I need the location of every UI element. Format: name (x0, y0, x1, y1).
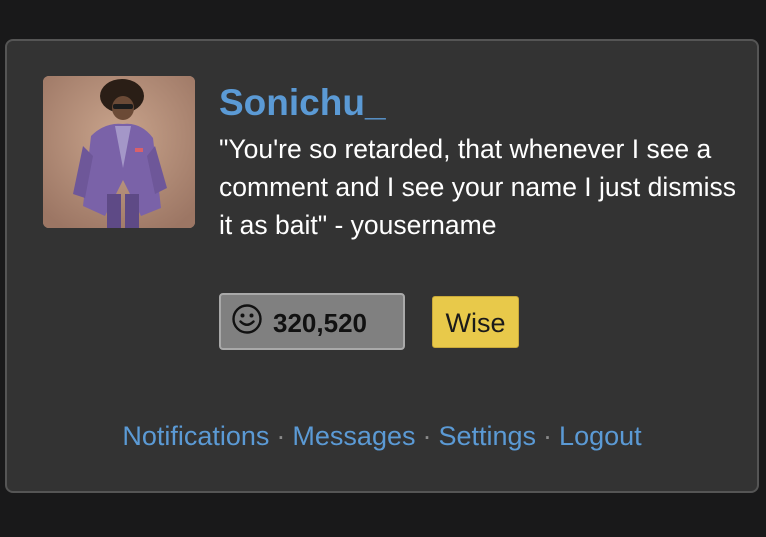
score-value: 320,520 (273, 308, 367, 338)
notifications-link[interactable]: Notifications (122, 421, 269, 451)
footer-nav: Notifications · Messages · Settings · Logout (7, 421, 757, 452)
settings-link[interactable]: Settings (438, 421, 536, 451)
profile-card: Sonichu_ "You're so retarded, that whene… (5, 39, 759, 493)
messages-link[interactable]: Messages (292, 421, 415, 451)
smiley-icon (232, 303, 262, 334)
user-bio: "You're so retarded, that whenever I see… (219, 134, 736, 240)
logout-link[interactable]: Logout (559, 421, 642, 451)
nav-separator: · (422, 421, 432, 451)
nav-separator: · (276, 421, 286, 451)
rank-badge: Wise (432, 296, 519, 348)
avatar[interactable] (43, 76, 195, 228)
nav-separator: · (543, 421, 553, 451)
username[interactable]: Sonichu_ (219, 81, 386, 125)
avatar-image (43, 76, 195, 228)
score-counter[interactable]: 320,520 (219, 293, 405, 350)
